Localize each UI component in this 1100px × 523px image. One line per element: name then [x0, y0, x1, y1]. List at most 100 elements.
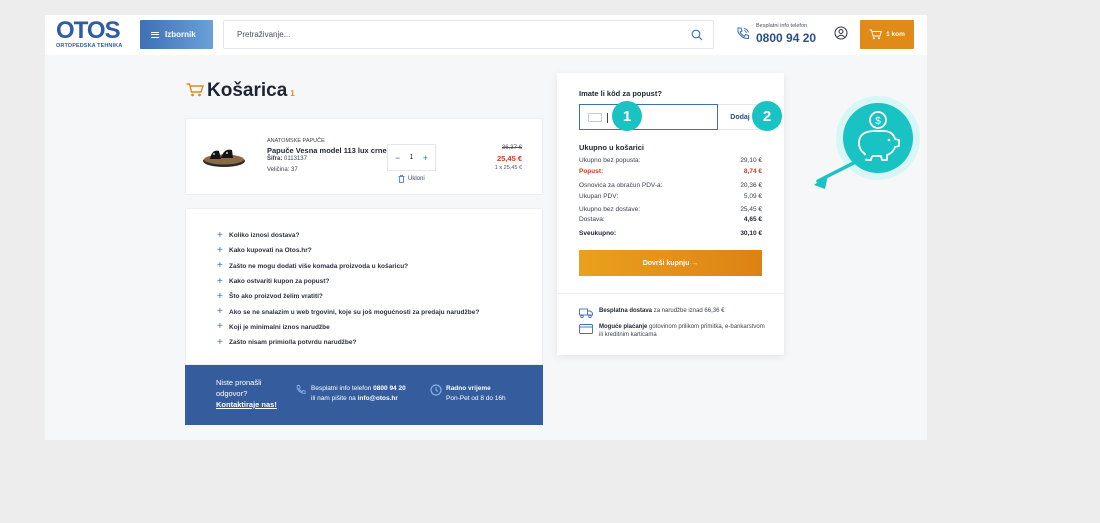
coupon-input[interactable] — [579, 104, 718, 130]
summary-value: 4,65 € — [743, 216, 762, 223]
faq-question: Kako kupovati na Otos.hr? — [229, 247, 312, 255]
arrow-icon — [814, 145, 887, 189]
svg-text:$: $ — [875, 116, 881, 127]
summary-label: Ukupno bez dostave: — [579, 206, 641, 213]
contact-link[interactable]: Kontaktiraje nas! — [216, 399, 286, 410]
faq-item[interactable]: + Koliko iznosi dostava? — [217, 228, 479, 243]
search-input[interactable]: Pretraživanje... — [223, 20, 714, 49]
summary-value: 29,10 € — [740, 157, 762, 164]
product-sku: Šifra: 0113137 — [267, 156, 307, 162]
remove-button[interactable]: Ukloni — [398, 175, 425, 183]
contact-question-line1: Niste pronašli — [216, 378, 262, 387]
hamburger-icon — [151, 31, 159, 38]
hours-value: Pon-Pet od 8 do 16h — [446, 395, 506, 402]
contact-email-text: ili nam pišite na — [311, 395, 356, 402]
summary-label: Ukupan PDV: — [579, 193, 619, 200]
plus-icon: + — [217, 229, 223, 241]
summary-label: Dostava: — [579, 216, 605, 223]
faq-item[interactable]: + Kako kupovati na Otos.hr? — [217, 243, 479, 258]
product-category: ANATOMSKE PAPUČE — [267, 138, 325, 144]
plus-icon: + — [217, 260, 223, 272]
search-icon[interactable] — [691, 29, 703, 41]
faq-item[interactable]: + Ako se ne snalazim u web trgovini, koje… — [217, 304, 479, 319]
summary-value: 30,10 € — [740, 230, 762, 237]
faq-question: Koliko iznosi dostava? — [229, 232, 300, 240]
product-name[interactable]: Papuče Vesna model 113 lux crne — [267, 146, 387, 155]
cart-button[interactable]: 1 kom — [860, 20, 914, 49]
cart-title-count: 1 — [290, 89, 295, 98]
user-account-icon[interactable] — [834, 26, 848, 40]
page: OTOS ORTOPEDSKA TEHNIKA Izbornik Pretraž… — [45, 15, 927, 440]
summary-label: Ukupno bez popusta: — [579, 157, 641, 164]
summary-value: 8,74 € — [743, 168, 762, 175]
summary-heading: Ukupno u košarici — [579, 143, 645, 152]
quantity-decrease-button[interactable]: − — [395, 153, 400, 163]
coupon-title: Imate li kôd za popust? — [579, 89, 662, 98]
faq-question: Kako ostvariti kupon za popust? — [229, 278, 330, 286]
faq-item[interactable]: + Zašto nisam primio/la potvrdu narudžbe? — [217, 335, 479, 350]
contact-question: Niste pronašli odgovor? Kontaktiraje nas… — [216, 377, 286, 410]
logo-subtitle: ORTOPEDSKA TEHNIKA — [56, 43, 123, 49]
menu-button[interactable]: Izbornik — [140, 20, 213, 49]
logo[interactable]: OTOS ORTOPEDSKA TEHNIKA — [56, 19, 126, 50]
contact-email[interactable]: info@otos.hr — [358, 395, 398, 402]
contact-phone-number[interactable]: 0800 94 20 — [373, 385, 406, 392]
info-payment: Moguće plaćanje gotovinom prilikom primi… — [579, 323, 767, 339]
phone-icon — [737, 27, 749, 40]
faq-list: + Koliko iznosi dostava? + Kako kupovati n… — [217, 228, 479, 350]
search-placeholder: Pretraživanje... — [237, 30, 291, 39]
contact-question-line2: odgovor? — [216, 389, 248, 398]
text-cursor — [607, 113, 608, 123]
faq-item[interactable]: + Što ako proizvod želim vratiti? — [217, 289, 479, 304]
hours-title: Radno vrijeme — [446, 385, 491, 392]
info-delivery-rest: za narudžbe iznad 66,36 € — [653, 308, 725, 314]
menu-label: Izbornik — [165, 30, 196, 39]
summary-value: 25,45 € — [740, 206, 762, 213]
summary-row-vat-base: Osnovica za obračun PDV-a: 20,36 € — [579, 182, 762, 189]
summary-value: 20,36 € — [740, 182, 762, 189]
cart-count-label: 1 kom — [886, 31, 905, 38]
info-payment-bold: Moguće plaćanje — [599, 324, 648, 330]
price-unit: 1 x 25,45 € — [494, 165, 522, 171]
summary-row-discount: Popust: 8,74 € — [579, 168, 762, 175]
phone-info[interactable]: Besplatni info telefon 0800 94 20 — [735, 21, 817, 49]
quantity-value[interactable]: 1 — [410, 154, 414, 161]
phone-number: 0800 94 20 — [756, 31, 817, 45]
plus-icon: + — [217, 275, 223, 287]
plus-icon: + — [217, 321, 223, 333]
page-title: Košarica 1 — [186, 80, 295, 102]
step-badge-2: 2 — [752, 101, 782, 131]
quantity-increase-button[interactable]: + — [423, 153, 428, 163]
faq-item[interactable]: + Koji je minimalni iznos narudžbe — [217, 320, 479, 335]
contact-phone-text: Besplatni info telefon — [311, 385, 372, 392]
cart-summary: Imate li kôd za popust? Dodaj 1 2 Ukupno… — [557, 73, 784, 355]
ticket-icon — [588, 113, 602, 122]
quantity-stepper: − 1 + — [387, 144, 436, 171]
card-icon — [579, 324, 593, 334]
product-sku-value: 0113137 — [284, 156, 307, 162]
faq-question: Što ako proizvod želim vratiti? — [229, 293, 323, 301]
summary-row-delivery: Dostava: 4,65 € — [579, 216, 762, 223]
faq-item[interactable]: + Zašto ne mogu dodati više komada proizv… — [217, 259, 479, 274]
cart-title: Košarica — [207, 80, 288, 101]
checkout-button[interactable]: Dovrši kupnju → — [579, 250, 762, 276]
price-old: 36,37 € — [501, 145, 522, 151]
summary-label: Osnovica za obračun PDV-a: — [579, 182, 663, 189]
contact-phone: Besplatni info telefon 0800 94 20 ili na… — [311, 384, 406, 404]
working-hours: Radno vrijeme Pon-Pet od 8 do 16h — [446, 384, 506, 404]
summary-label: Popust: — [579, 168, 604, 175]
product-sku-label: Šifra: — [267, 156, 283, 162]
contact-bar: Niste pronašli odgovor? Kontaktiraje nas… — [185, 365, 543, 425]
info-delivery-bold: Besplatna dostava — [599, 308, 653, 314]
product-image[interactable] — [202, 143, 246, 169]
faq-item[interactable]: + Kako ostvariti kupon za popust? — [217, 274, 479, 289]
faq-question: Zašto ne mogu dodati više komada proizvo… — [229, 262, 409, 270]
trash-icon — [398, 175, 405, 183]
plus-icon: + — [217, 336, 223, 348]
faq-section: + Koliko iznosi dostava? + Kako kupovati n… — [185, 208, 543, 365]
info-delivery: Besplatna dostava za narudžbe iznad 66,3… — [579, 307, 767, 319]
divider — [557, 293, 784, 294]
summary-label: Sveukupno: — [579, 230, 617, 237]
plus-icon: + — [217, 290, 223, 302]
faq-question: Zašto nisam primio/la potvrdu narudžbe? — [229, 339, 357, 347]
